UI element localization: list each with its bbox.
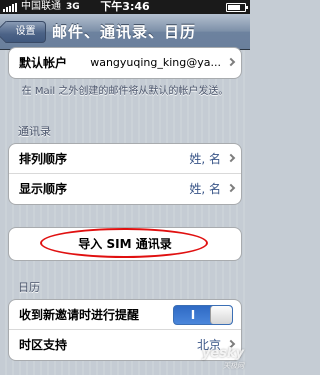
invite-alert-row: 收到新邀请时进行提醒 I <box>9 300 241 330</box>
chevron-right-icon <box>226 183 236 193</box>
toggle-on-label: I <box>190 308 196 322</box>
battery-icon <box>226 3 248 12</box>
invite-alert-toggle[interactable]: I <box>173 305 233 325</box>
battery-level <box>228 5 240 10</box>
sort-order-row[interactable]: 排列顺序 姓, 名 <box>9 144 241 174</box>
watermark-sub: 天极网 <box>223 362 244 370</box>
calendar-section-header: 日历 <box>18 281 40 294</box>
timezone-support-label: 时区支持 <box>19 338 68 352</box>
display-order-label: 显示顺序 <box>19 182 68 196</box>
watermark-brand: yesky <box>201 346 244 361</box>
default-account-row[interactable]: 默认帐户 wangyuqing_king@ya... <box>9 48 241 78</box>
status-time: 下午3:46 <box>100 0 150 13</box>
contacts-section-header: 通讯录 <box>18 125 51 138</box>
back-button-label: 设置 <box>15 26 36 37</box>
default-account-note: 在 Mail 之外创建的邮件将从默认的帐户发送。 <box>21 86 229 97</box>
status-bar: 中国联通 3G 下午3:46 <box>0 0 250 14</box>
sort-order-value: 姓, 名 <box>189 152 221 166</box>
invite-alert-label: 收到新邀请时进行提醒 <box>19 308 140 322</box>
default-account-label: 默认帐户 <box>19 56 68 70</box>
back-button[interactable]: 设置 <box>6 21 46 43</box>
watermark-logo: yesky 天极网 <box>202 346 244 371</box>
mail-default-account-group: 默认帐户 wangyuqing_king@ya... <box>8 47 242 79</box>
display-order-row[interactable]: 显示顺序 姓, 名 <box>9 174 241 204</box>
contacts-group: 排列顺序 姓, 名 显示顺序 姓, 名 <box>8 143 242 205</box>
sort-order-label: 排列顺序 <box>19 152 68 166</box>
annotation-ellipse <box>40 228 208 258</box>
page-title: 邮件、通讯录、日历 <box>52 23 197 41</box>
chevron-right-icon <box>226 153 236 163</box>
navigation-bar: 设置 邮件、通讯录、日历 <box>0 14 250 50</box>
default-account-value: wangyuqing_king@ya... <box>90 56 221 69</box>
chevron-right-icon <box>226 57 236 67</box>
display-order-value: 姓, 名 <box>189 182 221 196</box>
toggle-knob[interactable] <box>210 306 232 324</box>
